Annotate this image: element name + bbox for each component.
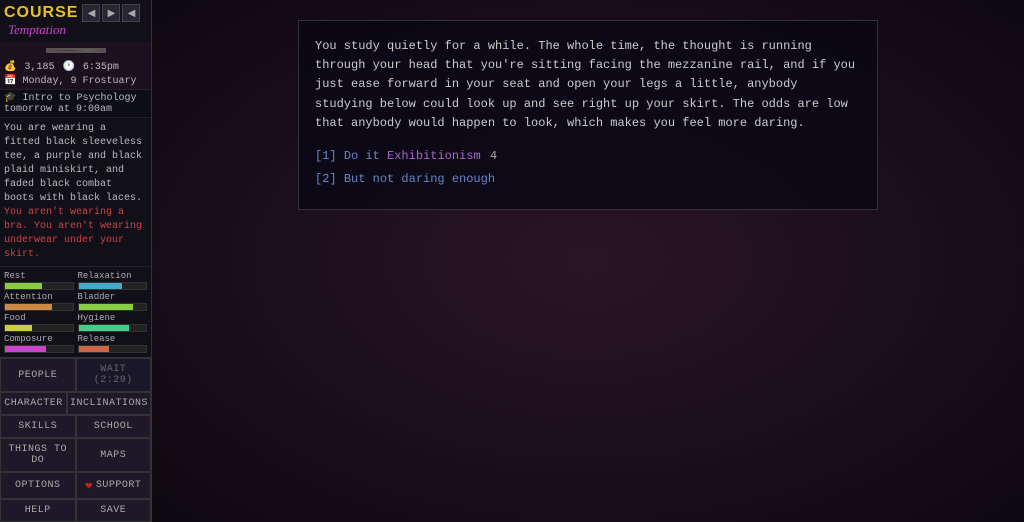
- stat-composure-bar-fill: [5, 346, 46, 352]
- money-icon: 💰: [4, 61, 16, 73]
- character-portrait: [46, 48, 106, 53]
- stat-relaxation-label: Relaxation: [78, 271, 148, 281]
- nav-close-button[interactable]: ◀: [122, 4, 140, 22]
- btn-row-3: SKILLS SCHOOL: [0, 415, 151, 438]
- options-button[interactable]: OPTIONS: [0, 472, 76, 499]
- clock-icon: 🕐: [62, 61, 74, 73]
- stat-rest-bar-fill: [5, 283, 42, 289]
- btn-row-6: HELP SAVE: [0, 499, 151, 522]
- bottom-buttons: PEOPLE WAIT (2:29) CHARACTER INCLINATION…: [0, 357, 151, 522]
- inclinations-button[interactable]: INCLINATIONS: [67, 392, 151, 415]
- stat-rest: Rest: [4, 271, 74, 290]
- choice-2-number: [2]: [315, 172, 344, 186]
- stat-food: Food: [4, 313, 74, 332]
- help-button[interactable]: HELP: [0, 499, 76, 522]
- stat-rest-label: Rest: [4, 271, 74, 281]
- stat-food-bar-bg: [4, 324, 74, 332]
- story-panel: You study quietly for a while. The whole…: [298, 20, 878, 210]
- nav-back-button[interactable]: ◀: [82, 4, 100, 22]
- skills-button[interactable]: SKILLS: [0, 415, 76, 438]
- school-button[interactable]: SCHOOL: [76, 415, 152, 438]
- date-row: 📅 Monday, 9 Frostuary: [0, 75, 151, 89]
- stat-composure: Composure: [4, 334, 74, 353]
- stat-hygiene-bar-fill: [79, 325, 130, 331]
- stat-attention-label: Attention: [4, 292, 74, 302]
- stat-hygiene: Hygiene: [78, 313, 148, 332]
- stat-relaxation-bar-bg: [78, 282, 148, 290]
- heart-icon: ❤: [85, 478, 93, 493]
- sidebar-top: COURSE ◀ ▶ ◀ Temptation: [0, 0, 151, 42]
- choice-2[interactable]: [2] But not daring enough: [315, 170, 861, 189]
- choice-2-label: But not daring enough: [344, 172, 495, 186]
- choice-1[interactable]: [1] Do it Exhibitionism 4: [315, 147, 861, 166]
- money-value: 3,185: [24, 62, 54, 73]
- game-subtitle: Temptation: [8, 22, 147, 38]
- stat-rest-bar-bg: [4, 282, 74, 290]
- main-content: You study quietly for a while. The whole…: [152, 0, 1024, 522]
- things-to-do-button[interactable]: THINGS TO DO: [0, 438, 76, 472]
- clothing-main: You are wearing a fitted black sleeveles…: [4, 123, 142, 204]
- wait-button[interactable]: WAIT (2:29): [76, 358, 152, 392]
- stat-attention-bar-bg: [4, 303, 74, 311]
- stat-release-label: Release: [78, 334, 148, 344]
- stat-composure-label: Composure: [4, 334, 74, 344]
- stat-release-bar-fill: [79, 346, 109, 352]
- stat-relaxation-bar-fill: [79, 283, 123, 289]
- stat-release: Release: [78, 334, 148, 353]
- save-button[interactable]: SAVE: [76, 499, 152, 522]
- title-nav: COURSE ◀ ▶ ◀: [4, 4, 147, 22]
- stat-bladder-bar-fill: [79, 304, 133, 310]
- support-label: SUPPORT: [96, 480, 142, 491]
- choice-1-tag: Exhibitionism: [387, 149, 488, 163]
- stat-hygiene-label: Hygiene: [78, 313, 148, 323]
- nav-forward-button[interactable]: ▶: [102, 4, 120, 22]
- people-button[interactable]: PEOPLE: [0, 358, 76, 392]
- btn-row-4: THINGS TO DO MAPS: [0, 438, 151, 472]
- calendar-icon: 📅: [4, 76, 16, 87]
- stat-attention-bar-fill: [5, 304, 52, 310]
- sidebar: COURSE ◀ ▶ ◀ Temptation 💰 3,185 🕐 6:35pm…: [0, 0, 152, 522]
- stats-bars: Rest Relaxation Attention Bladder Food H…: [0, 266, 151, 357]
- choice-1-value: 4: [490, 149, 497, 163]
- stat-food-bar-fill: [5, 325, 32, 331]
- maps-button[interactable]: MAPS: [76, 438, 152, 472]
- stat-hygiene-bar-bg: [78, 324, 148, 332]
- date-value: Monday, 9 Frostuary: [22, 76, 136, 87]
- story-text: You study quietly for a while. The whole…: [315, 37, 861, 133]
- stat-bladder: Bladder: [78, 292, 148, 311]
- stats-row: 💰 3,185 🕐 6:35pm: [0, 59, 151, 75]
- choice-1-number: [1]: [315, 149, 344, 163]
- support-button[interactable]: ❤ SUPPORT: [76, 472, 152, 499]
- stat-bladder-label: Bladder: [78, 292, 148, 302]
- time-value: 6:35pm: [83, 62, 119, 73]
- clothing-description: You are wearing a fitted black sleeveles…: [0, 117, 151, 266]
- stat-bladder-bar-bg: [78, 303, 148, 311]
- portrait-image: [48, 50, 104, 51]
- event-icon: 🎓: [4, 93, 16, 104]
- stat-composure-bar-bg: [4, 345, 74, 353]
- btn-row-2: CHARACTER INCLINATIONS: [0, 392, 151, 415]
- event-text: Intro to Psychology tomorrow at 9:00am: [4, 93, 137, 115]
- stat-food-label: Food: [4, 313, 74, 323]
- event-row: 🎓 Intro to Psychology tomorrow at 9:00am: [0, 89, 151, 117]
- btn-row-5: OPTIONS ❤ SUPPORT: [0, 472, 151, 499]
- stat-release-bar-bg: [78, 345, 148, 353]
- stat-attention: Attention: [4, 292, 74, 311]
- character-button[interactable]: CHARACTER: [0, 392, 67, 415]
- stat-relaxation: Relaxation: [78, 271, 148, 290]
- btn-row-1: PEOPLE WAIT (2:29): [0, 358, 151, 392]
- choice-1-label: Do it: [344, 149, 387, 163]
- game-title: COURSE: [4, 4, 78, 22]
- choices-list: [1] Do it Exhibitionism 4 [2] But not da…: [315, 147, 861, 189]
- clothing-warning: You aren't wearing a bra. You aren't wea…: [4, 207, 142, 260]
